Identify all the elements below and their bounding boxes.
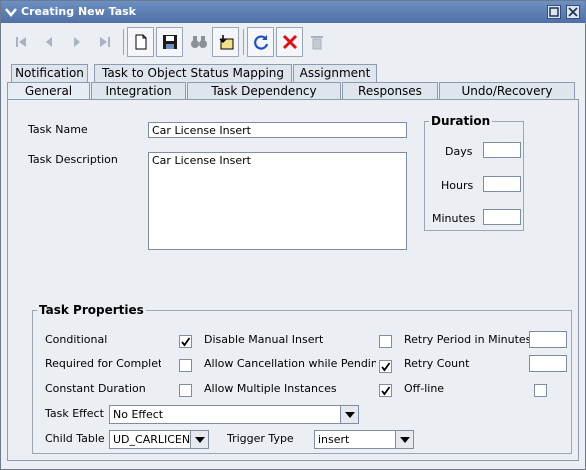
minutes-label: Minutes bbox=[432, 212, 476, 225]
tab-general[interactable]: General bbox=[7, 82, 90, 100]
tab-responses[interactable]: Responses bbox=[342, 82, 438, 100]
task-properties-group: Task Properties Conditional Required for… bbox=[32, 303, 572, 454]
task-description-label: Task Description bbox=[28, 153, 118, 166]
last-icon bbox=[99, 37, 110, 47]
duration-group: Duration Days Hours Minutes bbox=[424, 114, 524, 231]
previous-icon bbox=[45, 37, 52, 47]
child-table-select[interactable]: UD_CARLICEN bbox=[109, 430, 209, 449]
task-effect-select[interactable]: No Effect bbox=[109, 405, 359, 424]
task-name-field[interactable]: Car License Insert bbox=[148, 122, 407, 138]
conditional-checkbox[interactable] bbox=[179, 335, 192, 348]
tab-notification[interactable]: Notification bbox=[11, 64, 88, 82]
assign-icon bbox=[218, 35, 233, 50]
trash-icon bbox=[310, 36, 323, 50]
task-window: Creating New Task Notification Task to O… bbox=[0, 0, 586, 470]
trigger-type-select[interactable]: insert bbox=[314, 430, 414, 449]
minutes-input[interactable] bbox=[483, 209, 521, 225]
tab-undo-recovery[interactable]: Undo/Recovery bbox=[439, 82, 575, 100]
tab-task-dependency[interactable]: Task Dependency bbox=[187, 82, 341, 100]
off-line-label: Off-line bbox=[404, 382, 445, 395]
days-input[interactable] bbox=[483, 142, 521, 158]
task-name-label: Task Name bbox=[28, 123, 88, 136]
binoculars-icon bbox=[190, 36, 207, 48]
child-table-value: UD_CARLICEN bbox=[113, 433, 191, 446]
refresh-button[interactable] bbox=[247, 27, 274, 57]
tab-integration[interactable]: Integration bbox=[91, 82, 186, 100]
checkmark-icon bbox=[381, 362, 391, 372]
dropdown-arrow-icon[interactable] bbox=[340, 406, 358, 423]
retry-period-label: Retry Period in Minutes bbox=[404, 333, 532, 346]
toolbar-separator bbox=[123, 29, 124, 55]
chevron-down-icon[interactable] bbox=[4, 5, 18, 19]
off-line-checkbox[interactable] bbox=[534, 384, 547, 397]
checkmark-icon bbox=[381, 386, 391, 396]
task-properties-legend: Task Properties bbox=[37, 303, 146, 317]
hours-input[interactable] bbox=[483, 176, 521, 192]
tab-assignment[interactable]: Assignment bbox=[293, 64, 377, 82]
dropdown-arrow-icon[interactable] bbox=[190, 431, 208, 448]
maximize-button[interactable] bbox=[547, 5, 561, 19]
last-record-button[interactable] bbox=[91, 27, 118, 57]
first-icon bbox=[15, 37, 26, 47]
duration-legend: Duration bbox=[429, 114, 493, 128]
first-record-button[interactable] bbox=[7, 27, 34, 57]
trash-button[interactable] bbox=[303, 27, 330, 57]
retry-period-input[interactable] bbox=[529, 331, 567, 348]
child-table-label: Child Table bbox=[45, 432, 105, 445]
delete-button[interactable] bbox=[276, 27, 303, 57]
new-document-icon bbox=[135, 34, 146, 50]
title-bar: Creating New Task bbox=[1, 1, 585, 23]
allow-cancellation-checkbox[interactable] bbox=[379, 360, 392, 373]
trigger-type-value: insert bbox=[318, 433, 350, 446]
required-for-completion-checkbox[interactable] bbox=[179, 359, 192, 372]
save-button[interactable] bbox=[156, 27, 183, 57]
constant-duration-label: Constant Duration bbox=[45, 382, 146, 395]
disable-manual-insert-label: Disable Manual Insert bbox=[204, 333, 324, 346]
retry-count-input[interactable] bbox=[529, 355, 567, 372]
allow-cancellation-label: Allow Cancellation while Pending bbox=[204, 357, 376, 370]
next-record-button[interactable] bbox=[63, 27, 90, 57]
task-effect-label: Task Effect bbox=[45, 407, 104, 420]
new-button[interactable] bbox=[127, 27, 154, 57]
constant-duration-checkbox[interactable] bbox=[179, 384, 192, 397]
assign-button[interactable] bbox=[212, 27, 239, 57]
toolbar-separator bbox=[243, 29, 244, 55]
checkmark-icon bbox=[181, 337, 191, 347]
general-panel: Task Name Car License Insert Task Descri… bbox=[7, 99, 579, 461]
task-description-field[interactable]: Car License Insert bbox=[148, 152, 407, 250]
close-button[interactable] bbox=[566, 5, 580, 19]
retry-count-label: Retry Count bbox=[404, 357, 470, 370]
window-title: Creating New Task bbox=[21, 5, 136, 18]
previous-record-button[interactable] bbox=[35, 27, 62, 57]
hours-label: Hours bbox=[441, 179, 474, 192]
conditional-label: Conditional bbox=[45, 333, 108, 346]
allow-multiple-instances-label: Allow Multiple Instances bbox=[204, 382, 337, 395]
find-button[interactable] bbox=[185, 27, 212, 57]
task-effect-value: No Effect bbox=[113, 408, 164, 421]
refresh-icon bbox=[253, 35, 268, 50]
tab-task-to-object-status-mapping[interactable]: Task to Object Status Mapping bbox=[94, 64, 292, 82]
delete-x-icon bbox=[282, 34, 297, 50]
days-label: Days bbox=[445, 145, 473, 158]
trigger-type-label: Trigger Type bbox=[227, 432, 294, 445]
toolbar bbox=[5, 27, 581, 59]
dropdown-arrow-icon[interactable] bbox=[395, 431, 413, 448]
required-for-completion-label: Required for Completion bbox=[45, 357, 161, 370]
allow-multiple-instances-checkbox[interactable] bbox=[379, 384, 392, 397]
next-icon bbox=[73, 37, 80, 47]
disable-manual-insert-checkbox[interactable] bbox=[379, 335, 392, 348]
save-icon bbox=[162, 35, 177, 49]
